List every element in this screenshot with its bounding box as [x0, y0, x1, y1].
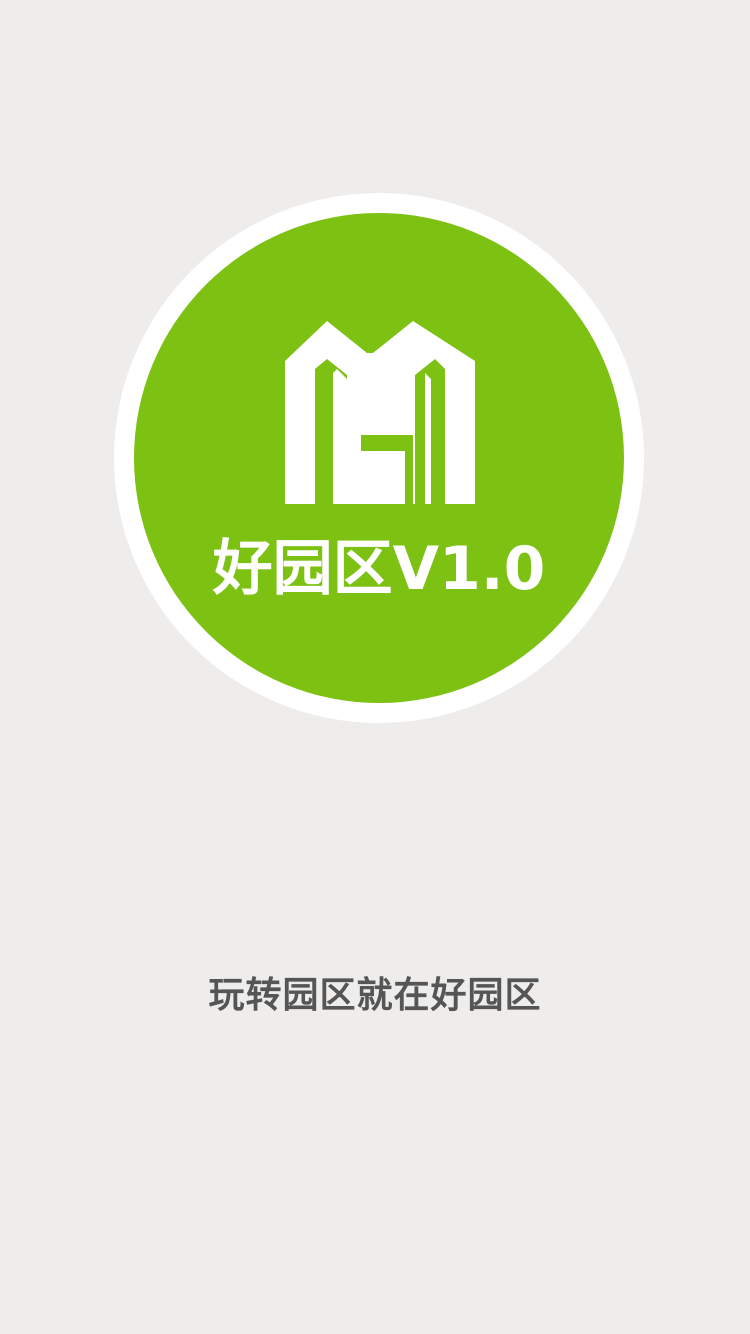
logo-ring: 好园区V1.0 — [114, 193, 644, 723]
house-h-logo-icon — [285, 321, 475, 504]
splash-screen: 好园区V1.0 玩转园区就在好园区 — [0, 0, 750, 1334]
logo-disc: 好园区V1.0 — [134, 213, 624, 703]
app-name: 好园区V1.0 — [212, 534, 546, 604]
tagline: 玩转园区就在好园区 — [208, 975, 542, 1016]
